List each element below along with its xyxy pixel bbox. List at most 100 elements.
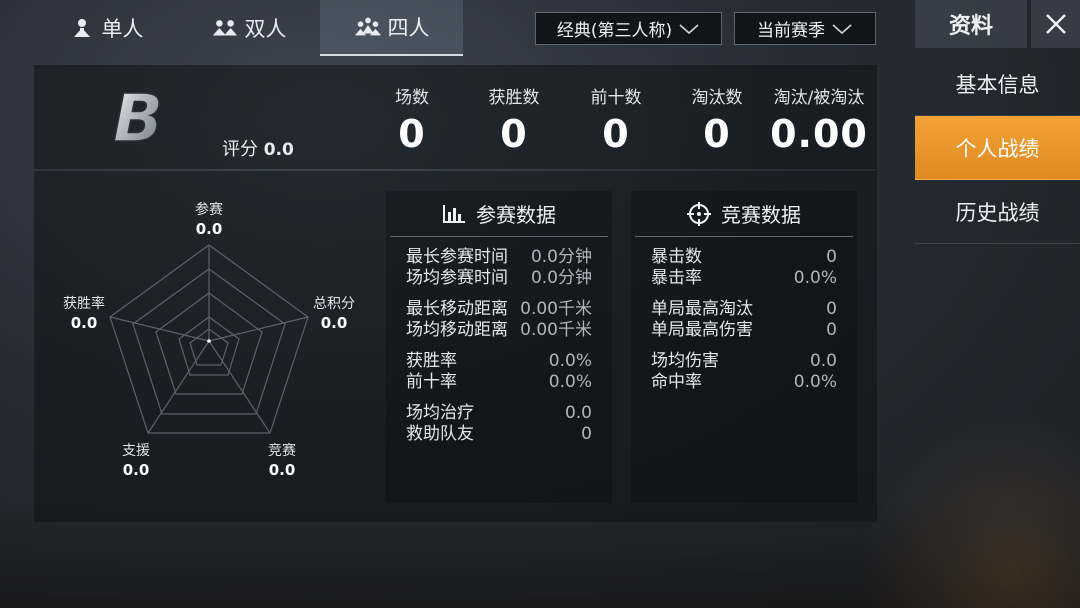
radar-grid — [109, 244, 309, 434]
stat-row-value: 0 — [826, 299, 837, 319]
squad-player-icon — [354, 16, 382, 38]
stat-row-value: 0.00千米 — [520, 299, 592, 319]
stat-label: 获胜数 — [488, 88, 540, 108]
stat-value: 0 — [398, 112, 426, 156]
stat-row: 场均伤害 0.0 — [631, 351, 857, 372]
tab-solo-label: 单人 — [101, 17, 144, 41]
duo-player-icon — [211, 17, 239, 39]
background-glow — [860, 408, 1080, 608]
sidebar-item-basic-info[interactable]: 基本信息 — [915, 52, 1080, 116]
score: 评分 0.0 — [222, 135, 294, 161]
stat-row-label: 场均治疗 — [406, 403, 474, 423]
stat-group: 暴击数 0 暴击率 0.0% — [631, 247, 857, 289]
radar-center-dot — [207, 339, 211, 343]
summary-panel: B 评分 0.0 场数 0 获胜数 0 前十数 0 淘汰数 0 淘汰/被淘汰 0… — [34, 65, 877, 169]
stat-row-value: 0 — [826, 320, 837, 340]
stat-row: 暴击数 0 — [631, 247, 857, 268]
stat-matches: 场数 0 — [357, 83, 467, 156]
stat-kd: 淘汰/被淘汰 0.00 — [764, 83, 874, 156]
stat-group: 场均伤害 0.0 命中率 0.0% — [631, 351, 857, 393]
stat-group: 最长移动距离 0.00千米 场均移动距离 0.00千米 — [386, 299, 612, 341]
stat-value: 0.00 — [770, 112, 868, 156]
stat-row-label: 最长移动距离 — [406, 299, 508, 319]
tab-duo[interactable]: 双人 — [177, 0, 320, 56]
radar-axis-label: 支援 — [122, 443, 150, 459]
stat-value: 0 — [500, 112, 528, 156]
radar-axis-label: 竞赛 — [268, 442, 296, 459]
sidebar-item-personal-record[interactable]: 个人战绩 — [915, 116, 1080, 180]
score-label: 评分 — [222, 139, 258, 160]
solo-player-icon — [68, 17, 96, 39]
stat-row-label: 单局最高伤害 — [651, 320, 753, 340]
stat-row: 前十率 0.0% — [386, 372, 612, 393]
stat-row: 单局最高淘汰 0 — [631, 299, 857, 320]
stat-wins: 获胜数 0 — [459, 83, 569, 156]
stat-row: 场均移动距离 0.00千米 — [386, 320, 612, 341]
mode-select[interactable]: 经典(第三人称) — [535, 12, 722, 45]
radar-axis-value: 0.0 — [269, 461, 296, 479]
stat-row-label: 场均参赛时间 — [406, 268, 508, 288]
tab-squad[interactable]: 四人 — [320, 0, 463, 56]
tab-solo[interactable]: 单人 — [34, 0, 177, 56]
mode-tabs: 单人 双人 四人 — [34, 0, 463, 56]
bar-chart-icon — [442, 204, 466, 224]
stat-row-label: 场均移动距离 — [406, 320, 508, 340]
stat-row-label: 暴击率 — [651, 268, 702, 288]
close-button[interactable] — [1031, 0, 1080, 48]
stat-row: 救助队友 0 — [386, 424, 612, 445]
radar-axis-label: 总积分 — [313, 296, 355, 312]
season-select[interactable]: 当前赛季 — [734, 12, 876, 45]
stat-row: 最长移动距离 0.00千米 — [386, 299, 612, 320]
radar-axis-value: 0.0 — [321, 314, 348, 332]
stat-row-value: 0.0% — [548, 372, 592, 392]
stat-row-value: 0.0 — [564, 403, 592, 423]
rank-letter: B — [113, 83, 163, 153]
score-value: 0.0 — [263, 140, 294, 160]
stat-row-label: 命中率 — [651, 372, 702, 392]
stat-row-value: 0 — [826, 247, 837, 267]
stat-row: 最长参赛时间 0.0分钟 — [386, 247, 612, 268]
season-select-value: 当前赛季 — [757, 21, 825, 41]
stat-row-value: 0.0% — [793, 268, 837, 288]
stat-row-label: 场均伤害 — [651, 351, 719, 371]
stat-top10: 前十数 0 — [561, 83, 671, 156]
radar-axis-value: 0.0 — [196, 220, 223, 238]
stat-value: 0 — [602, 112, 630, 156]
stat-row-value: 0.0分钟 — [530, 268, 592, 288]
close-icon — [1045, 14, 1066, 34]
participation-section: 参赛数据 最长参赛时间 0.0分钟 场均参赛时间 0.0分钟 最长移动距离 0.00千… — [386, 191, 612, 503]
stat-group: 获胜率 0.0% 前十率 0.0% — [386, 351, 612, 393]
stat-label: 淘汰/被淘汰 — [773, 88, 865, 108]
stat-row-value: 0.0分钟 — [530, 247, 592, 267]
detail-panel: 参赛 0.0 总积分 0.0 竞赛 0.0 支援 0.0 获胜率 0.0 参赛数… — [34, 171, 877, 522]
stat-kills: 淘汰数 0 — [662, 83, 772, 156]
stat-value: 0 — [703, 112, 731, 156]
stat-row-value: 0.0% — [548, 351, 592, 371]
stat-row-label: 暴击数 — [651, 247, 702, 267]
stat-row-value: 0.0 — [809, 351, 837, 371]
stat-group: 场均治疗 0.0 救助队友 0 — [386, 403, 612, 445]
combat-title: 竞赛数据 — [721, 203, 801, 227]
stat-label: 场数 — [395, 88, 429, 108]
stat-label: 淘汰数 — [691, 88, 743, 108]
sidebar-item-history[interactable]: 历史战绩 — [915, 180, 1080, 244]
stat-row-label: 前十率 — [406, 372, 457, 392]
mode-select-value: 经典(第三人称) — [556, 21, 673, 41]
stat-group: 最长参赛时间 0.0分钟 场均参赛时间 0.0分钟 — [386, 247, 612, 289]
radar-axis-value: 0.0 — [71, 314, 98, 332]
sidebar-menu: 基本信息 个人战绩 历史战绩 — [915, 52, 1080, 244]
stat-row-label: 最长参赛时间 — [406, 247, 508, 267]
radar-axis-label: 获胜率 — [63, 295, 105, 312]
stat-row: 暴击率 0.0% — [631, 268, 857, 289]
stat-label: 前十数 — [590, 88, 642, 108]
participation-header: 参赛数据 — [390, 191, 608, 237]
stat-row: 获胜率 0.0% — [386, 351, 612, 372]
combat-section: 竞赛数据 暴击数 0 暴击率 0.0% 单局最高淘汰 0 单局最高伤害 0 场均伤害 0.… — [631, 191, 857, 503]
radar-chart: 参赛 0.0 总积分 0.0 竞赛 0.0 支援 0.0 获胜率 0.0 — [63, 201, 355, 479]
stat-row: 命中率 0.0% — [631, 372, 857, 393]
crosshair-icon — [687, 201, 711, 226]
tab-squad-label: 四人 — [387, 16, 430, 40]
participation-title: 参赛数据 — [476, 203, 556, 227]
stat-row-value: 0 — [581, 424, 592, 444]
radar-axis-label: 参赛 — [195, 201, 223, 218]
